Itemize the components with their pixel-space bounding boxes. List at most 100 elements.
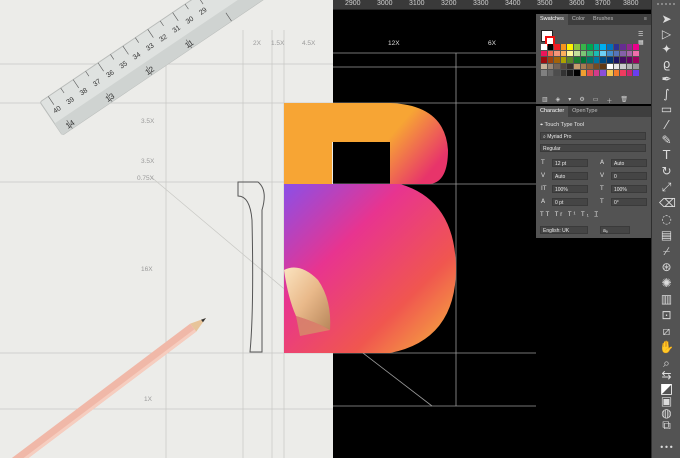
touch-type-row[interactable]: ⌖ Touch Type Tool bbox=[540, 122, 584, 129]
swatch-69[interactable] bbox=[600, 70, 606, 76]
swatch-66[interactable] bbox=[580, 70, 587, 76]
rectangle-icon[interactable]: ▭ bbox=[659, 102, 674, 117]
swatch-62[interactable] bbox=[554, 70, 560, 76]
swatch-65[interactable] bbox=[573, 70, 580, 76]
pen-icon[interactable]: ✒ bbox=[659, 72, 674, 87]
swatch-46[interactable] bbox=[547, 63, 554, 70]
swatch-54[interactable] bbox=[600, 63, 606, 70]
symbol-sprayer-icon[interactable]: ✺ bbox=[659, 276, 674, 291]
swatch-35[interactable] bbox=[573, 57, 580, 63]
swatch-0[interactable] bbox=[541, 44, 547, 50]
more-tools-icon[interactable]: ••• bbox=[659, 440, 674, 455]
hand-icon[interactable]: ✋ bbox=[659, 340, 674, 355]
swatch-51[interactable] bbox=[580, 63, 587, 70]
font-size-field[interactable]: 12 pt bbox=[552, 159, 588, 167]
swatch-47[interactable] bbox=[554, 63, 560, 70]
font-style-field[interactable]: Regular bbox=[540, 144, 646, 152]
underline-button[interactable]: T̲ bbox=[594, 212, 600, 218]
swatch-10[interactable] bbox=[606, 44, 613, 50]
toolbar-grip[interactable] bbox=[657, 3, 675, 9]
list-view-icon[interactable]: ☰ bbox=[638, 31, 643, 38]
swatch-33[interactable] bbox=[560, 57, 567, 63]
swatch-59[interactable] bbox=[633, 63, 639, 70]
swatch-6[interactable] bbox=[580, 44, 587, 50]
eraser-icon[interactable]: ⌫ bbox=[659, 196, 676, 211]
swatch-12[interactable] bbox=[620, 44, 626, 50]
swatch-45[interactable] bbox=[541, 63, 547, 70]
panel-menu-icon[interactable]: ≡ bbox=[640, 14, 651, 25]
swatch-22[interactable] bbox=[587, 50, 593, 57]
swatch-37[interactable] bbox=[587, 57, 593, 63]
tab-character[interactable]: Character bbox=[536, 106, 569, 117]
cc-library-icon[interactable]: ◈ bbox=[556, 96, 561, 105]
direct-selection-icon[interactable]: ▷ bbox=[659, 27, 674, 42]
magic-wand-icon[interactable]: ✦ bbox=[659, 42, 674, 57]
swatch-3[interactable] bbox=[560, 44, 567, 50]
swatch-68[interactable] bbox=[593, 70, 600, 76]
swatch-73[interactable] bbox=[626, 70, 633, 76]
anti-alias-select[interactable]: aₐ bbox=[600, 226, 630, 234]
curvature-icon[interactable]: ∫ bbox=[659, 87, 674, 102]
small-caps-button[interactable]: Tr bbox=[555, 212, 564, 218]
swatch-67[interactable] bbox=[587, 70, 593, 76]
horizontal-scale-field[interactable]: 100% bbox=[611, 185, 647, 193]
swatch-56[interactable] bbox=[613, 63, 620, 70]
swatch-20[interactable] bbox=[573, 50, 580, 57]
swatch-57[interactable] bbox=[620, 63, 626, 70]
swatch-38[interactable] bbox=[593, 57, 600, 63]
kerning-field[interactable]: Auto bbox=[552, 172, 588, 180]
swatch-43[interactable] bbox=[626, 57, 633, 63]
baseline-shift-field[interactable]: 0 pt bbox=[552, 198, 588, 206]
swatch-28[interactable] bbox=[626, 50, 633, 57]
swatch-29[interactable] bbox=[633, 50, 639, 57]
swatch-5[interactable] bbox=[573, 44, 580, 50]
swatch-74[interactable] bbox=[633, 70, 639, 76]
leading-field[interactable]: Auto bbox=[611, 159, 647, 167]
tab-brushes[interactable]: Brushes bbox=[589, 14, 617, 25]
swatch-32[interactable] bbox=[554, 57, 560, 63]
swatch-52[interactable] bbox=[587, 63, 593, 70]
swatch-41[interactable] bbox=[613, 57, 620, 63]
swatch-27[interactable] bbox=[620, 50, 626, 57]
swatch-7[interactable] bbox=[587, 44, 593, 50]
swatch-60[interactable] bbox=[541, 70, 547, 76]
swatch-libraries-icon[interactable]: ▥ bbox=[542, 96, 548, 105]
swatch-11[interactable] bbox=[613, 44, 620, 50]
artboard-icon[interactable]: ⊡ bbox=[659, 308, 674, 323]
swatch-8[interactable] bbox=[593, 44, 600, 50]
swatch-70[interactable] bbox=[606, 70, 613, 76]
swatch-16[interactable] bbox=[547, 50, 554, 57]
swatch-63[interactable] bbox=[560, 70, 567, 76]
swatch-72[interactable] bbox=[620, 70, 626, 76]
swatch-25[interactable] bbox=[606, 50, 613, 57]
rotation-field[interactable]: 0° bbox=[611, 198, 647, 206]
new-swatch-icon[interactable]: ＋ bbox=[606, 96, 612, 105]
swatch-24[interactable] bbox=[600, 50, 606, 57]
swatch-39[interactable] bbox=[600, 57, 606, 63]
swatch-grid[interactable] bbox=[541, 44, 639, 76]
swatch-14[interactable] bbox=[633, 44, 639, 50]
lasso-icon[interactable]: ϱ bbox=[659, 57, 674, 72]
eyedropper-icon[interactable]: ⌿ bbox=[659, 244, 674, 259]
warp-icon[interactable]: ◌ bbox=[659, 212, 674, 227]
swatch-9[interactable] bbox=[600, 44, 606, 50]
swatch-48[interactable] bbox=[560, 63, 567, 70]
swatch-49[interactable] bbox=[567, 63, 573, 70]
swatch-64[interactable] bbox=[567, 70, 573, 76]
screen-mode-icon[interactable]: ⧉ bbox=[659, 418, 674, 433]
subscript-button[interactable]: T₁ bbox=[581, 212, 591, 218]
show-kinds-icon[interactable]: ▾ bbox=[568, 96, 571, 105]
swatch-42[interactable] bbox=[620, 57, 626, 63]
superscript-button[interactable]: T¹ bbox=[568, 212, 578, 218]
swatch-1[interactable] bbox=[547, 44, 554, 50]
swatch-40[interactable] bbox=[606, 57, 613, 63]
swatch-44[interactable] bbox=[633, 57, 639, 63]
swatch-2[interactable] bbox=[554, 44, 560, 50]
new-group-icon[interactable]: ▭ bbox=[593, 96, 599, 105]
swatch-50[interactable] bbox=[573, 63, 580, 70]
tab-opentype[interactable]: OpenType bbox=[568, 106, 601, 117]
swatch-53[interactable] bbox=[593, 63, 600, 70]
swatch-61[interactable] bbox=[547, 70, 554, 76]
blend-icon[interactable]: ⊛ bbox=[659, 260, 674, 275]
swatch-15[interactable] bbox=[541, 50, 547, 57]
